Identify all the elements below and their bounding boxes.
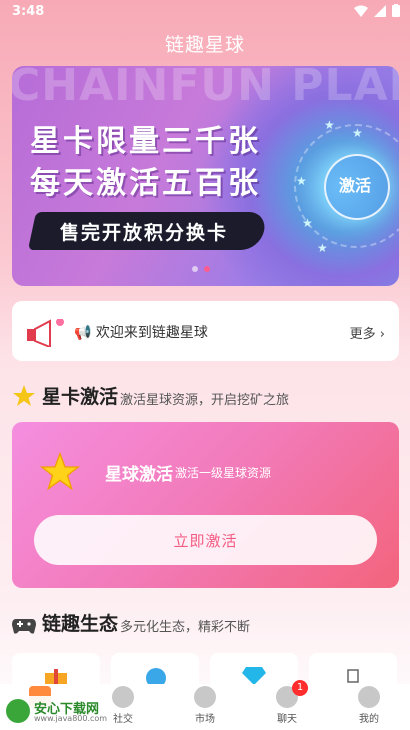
status-icons	[354, 4, 400, 17]
wifi-icon	[354, 5, 368, 17]
page-title: 链趣星球	[164, 34, 245, 56]
tab-label: 聊天	[277, 714, 297, 725]
activation-subtitle: 激活一级星球资源	[175, 466, 272, 480]
banner-headline-1: 星卡限量三千张	[30, 124, 261, 159]
watermark-logo-icon	[6, 699, 30, 723]
battery-icon	[392, 4, 400, 17]
activation-title: 星球激活	[105, 465, 173, 485]
section-subtitle: 多元化生态，精彩不断	[120, 620, 251, 635]
market-icon	[194, 686, 216, 708]
banner-pagination	[192, 266, 210, 272]
star-card-section-header: 星卡激活 激活星球资源，开启挖矿之旅	[12, 382, 289, 409]
sparkle-icon: ★	[352, 126, 363, 140]
promo-banner[interactable]: CHAINFUN PLANT ★ ★ ★ ★ ★ 激活 星卡限量三千张 每天激活…	[12, 66, 399, 286]
pagination-dot[interactable]	[192, 266, 198, 272]
section-title: 链趣生态	[42, 613, 119, 635]
banner-headline-2: 每天激活五百张	[30, 166, 261, 201]
status-time: 3:48	[12, 4, 45, 19]
activate-button[interactable]: 立即激活	[34, 515, 377, 565]
tab-profile[interactable]: 我的	[339, 686, 399, 725]
sparkle-icon: ★	[324, 118, 335, 132]
gamepad-icon	[12, 619, 36, 634]
sparkle-icon: ★	[317, 241, 328, 255]
banner-pill-label: 售完开放积分换卡	[60, 222, 229, 244]
tab-chat[interactable]: 1 聊天	[257, 680, 317, 725]
tab-market[interactable]: 市场	[175, 686, 235, 725]
banner-watermark: CHAINFUN PLANT	[12, 66, 399, 111]
site-watermark: 安心下载网 www.java800.com	[2, 696, 108, 726]
more-link[interactable]: 更多 ›	[350, 323, 385, 342]
profile-icon	[358, 686, 380, 708]
activation-card: 星球激活 激活一级星球资源 立即激活	[12, 422, 399, 588]
box-icon	[347, 669, 359, 683]
chat-icon: 1	[276, 680, 308, 708]
sparkle-icon: ★	[296, 174, 307, 188]
status-bar: 3:48	[0, 0, 410, 24]
sparkle-icon: ★	[302, 216, 313, 230]
gold-star-icon	[40, 452, 80, 491]
announcement-bar[interactable]: 📢 欢迎来到链趣星球 更多 ›	[12, 301, 399, 361]
diamond-icon	[242, 667, 266, 685]
pagination-dot-active[interactable]	[204, 266, 210, 272]
unread-badge: 1	[292, 680, 308, 696]
announcement-text: 📢 欢迎来到链趣星球	[74, 325, 208, 341]
signal-icon	[374, 4, 386, 17]
tab-label: 我的	[359, 714, 379, 725]
ecology-section-header: 链趣生态 多元化生态，精彩不断	[12, 609, 250, 636]
watermark-url: www.java800.com	[34, 714, 108, 723]
social-icon	[112, 686, 134, 708]
star-icon	[13, 385, 35, 406]
banner-orb-label: 激活	[338, 176, 371, 195]
section-subtitle: 激活星球资源，开启挖矿之旅	[120, 393, 290, 408]
section-title: 星卡激活	[42, 386, 119, 408]
tab-label: 市场	[195, 714, 215, 725]
megaphone-icon	[27, 319, 64, 347]
gift-icon	[45, 669, 67, 685]
